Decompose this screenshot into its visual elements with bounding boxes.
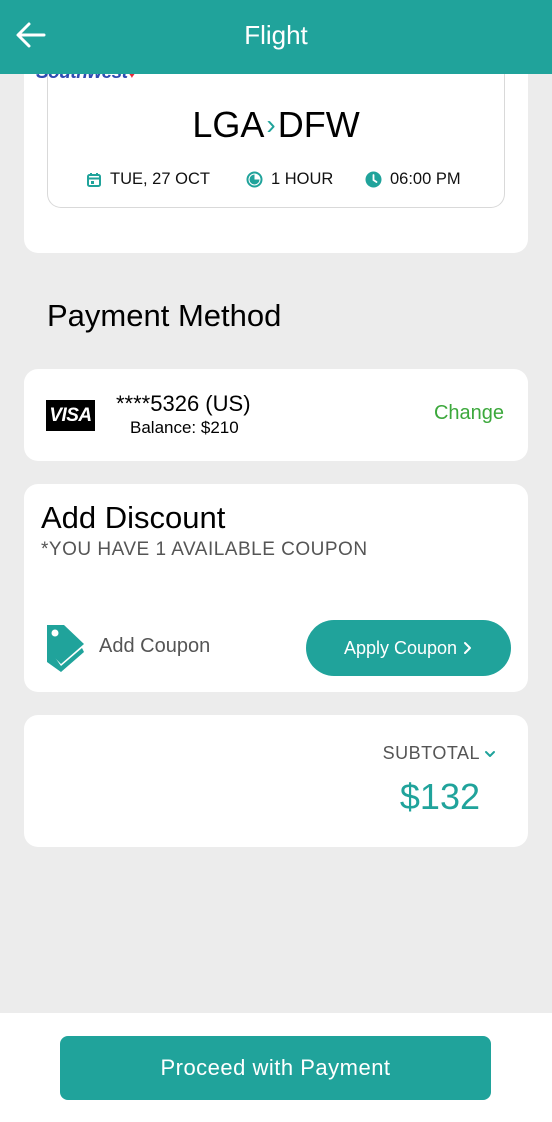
chevron-right-icon: [464, 642, 472, 654]
subtotal-label: SUBTOTAL: [382, 743, 480, 763]
origin-code: LGA: [192, 104, 265, 145]
card-balance: Balance: $210: [130, 418, 239, 437]
change-card-button[interactable]: Change: [434, 402, 504, 425]
payment-method-title: Payment Method: [47, 298, 282, 333]
subtotal-amount: $132: [399, 776, 480, 817]
footer-bar: Proceed with Payment: [0, 1013, 552, 1122]
flight-date: TUE, 27 OCT: [86, 170, 210, 189]
discount-card: Add Discount *YOU HAVE 1 AVAILABLE COUPO…: [24, 484, 528, 692]
add-coupon-link[interactable]: Add Coupon: [99, 635, 210, 658]
flight-date-text: TUE, 27 OCT: [110, 170, 210, 188]
subtotal-card: SUBTOTAL $132: [24, 715, 528, 847]
flight-duration-text: 1 HOUR: [271, 170, 334, 188]
page-title: Flight: [244, 20, 308, 50]
discount-title: Add Discount: [41, 500, 226, 535]
flight-time: 06:00 PM: [365, 170, 461, 189]
coupon-tag-icon: [47, 625, 84, 672]
flight-time-text: 06:00 PM: [390, 170, 461, 188]
calendar-icon: [87, 172, 101, 187]
flight-duration: 1 HOUR: [246, 170, 333, 189]
chevron-down-icon: [485, 750, 495, 757]
card-number: ****5326 (US): [116, 391, 251, 416]
visa-logo: VISA: [46, 400, 95, 431]
route-chevron-icon: ›: [266, 109, 276, 140]
proceed-payment-button[interactable]: Proceed with Payment: [60, 1036, 491, 1100]
app-header: Flight: [0, 0, 552, 74]
coupon-availability-text: *YOU HAVE 1 AVAILABLE COUPON: [41, 539, 368, 560]
apply-coupon-button[interactable]: Apply Coupon: [306, 620, 511, 676]
payment-card: VISA ****5326 (US) Balance: $210 Change: [24, 369, 528, 461]
destination-code: DFW: [277, 104, 360, 145]
subtotal-toggle[interactable]: SUBTOTAL: [383, 743, 496, 764]
timer-icon: [246, 171, 263, 188]
flight-route: LGA›DFW: [0, 104, 552, 146]
clock-icon: [365, 171, 382, 188]
apply-coupon-label: Apply Coupon: [343, 637, 458, 658]
